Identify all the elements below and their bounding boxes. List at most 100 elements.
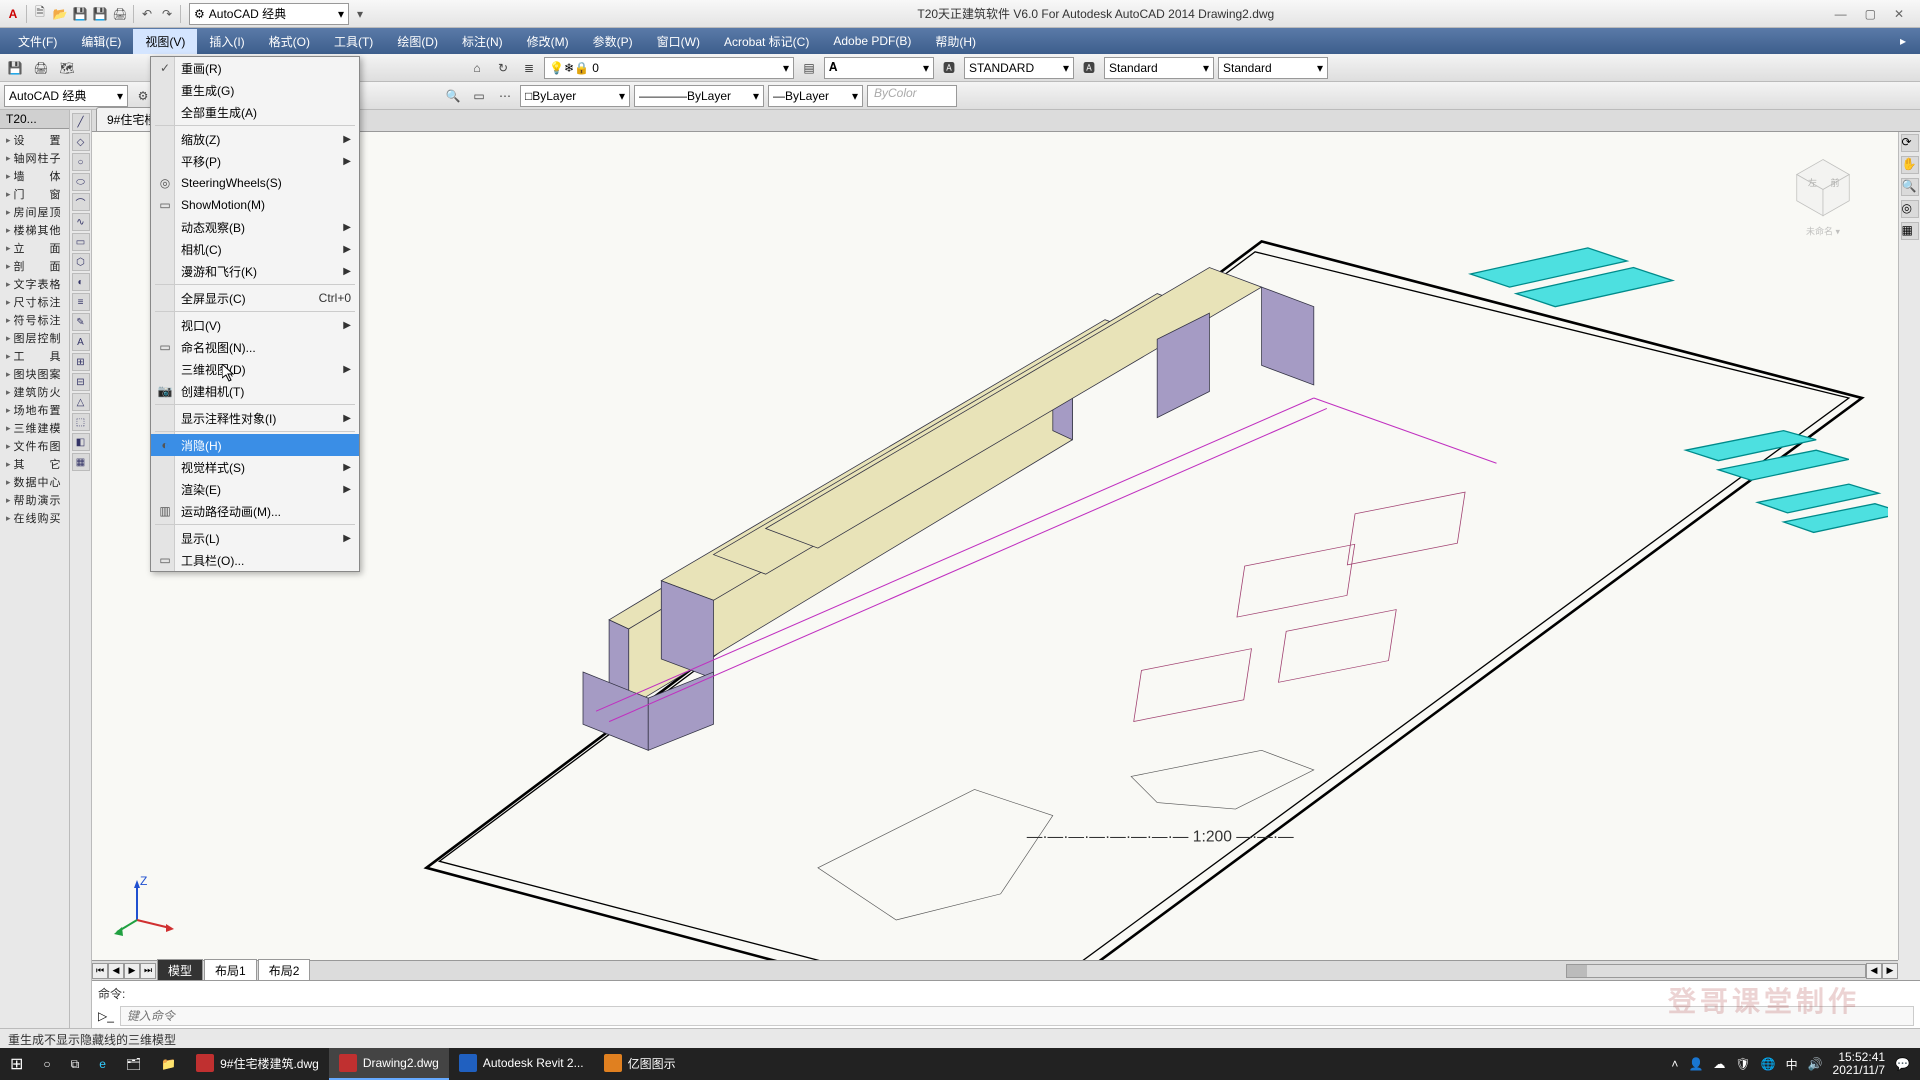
menu-修改[interactable]: 修改(M) — [515, 29, 581, 54]
vtool-icon[interactable]: ╱ — [72, 113, 90, 131]
panel-tab[interactable]: T20... — [0, 110, 69, 129]
tray-vol-icon[interactable]: 🔊 — [1808, 1057, 1823, 1071]
hscroll-thumb[interactable] — [1567, 965, 1587, 977]
vtool-icon[interactable]: △ — [72, 393, 90, 411]
menu-绘图[interactable]: 绘图(D) — [385, 29, 450, 54]
notifications-icon[interactable]: 💬 — [1895, 1057, 1910, 1071]
bycolor-input[interactable]: ByColor — [867, 85, 957, 107]
cortana-icon[interactable]: ○ — [33, 1048, 60, 1080]
tool-home-icon[interactable]: ⌂ — [466, 57, 488, 79]
menu-item[interactable]: ▭命名视图(N)... — [151, 336, 359, 358]
menu-item[interactable]: 全部重生成(A) — [151, 101, 359, 123]
tool-a2-icon[interactable]: 🅰 — [1078, 57, 1100, 79]
panel-item[interactable]: 设 置 — [0, 131, 69, 149]
tab-nav-prev-icon[interactable]: ◀ — [108, 963, 124, 979]
hscroll-right-icon[interactable]: ▶ — [1882, 963, 1898, 979]
tool-a1-icon[interactable]: 🅰 — [938, 57, 960, 79]
textstyle-combo[interactable]: STANDARD▾ — [964, 57, 1074, 79]
menu-item[interactable]: 显示注释性对象(I)▶ — [151, 407, 359, 429]
panel-item[interactable]: 符号标注 — [0, 311, 69, 329]
start-button[interactable]: ⊞ — [0, 1048, 33, 1080]
tool-rect-icon[interactable]: ▭ — [468, 85, 490, 107]
menu-item[interactable]: 视觉样式(S)▶ — [151, 456, 359, 478]
print-icon[interactable]: 🖨 — [111, 5, 129, 23]
taskbar-app[interactable]: Autodesk Revit 2... — [449, 1048, 594, 1080]
nav-icon[interactable]: ⟳ — [1901, 134, 1919, 152]
menu-item[interactable]: ▭ShowMotion(M) — [151, 194, 359, 216]
drawing-viewport[interactable]: —·—·—·—·—·—·—·— 1:200 —·—·— 左 前 未命名 ▾ Z — [92, 132, 1898, 960]
taskview-icon[interactable]: ⧉ — [61, 1048, 90, 1080]
folder-icon[interactable]: 📁 — [151, 1048, 186, 1080]
vtool-icon[interactable]: ◐ — [72, 273, 90, 291]
panel-item[interactable]: 房间屋顶 — [0, 203, 69, 221]
saveas-icon[interactable]: 💾 — [91, 5, 109, 23]
save-icon[interactable]: 💾 — [71, 5, 89, 23]
panel-item[interactable]: 数据中心 — [0, 473, 69, 491]
menu-视图[interactable]: 视图(V) — [133, 29, 197, 54]
menu-Acrobat 标记[interactable]: Acrobat 标记(C) — [712, 29, 821, 54]
new-icon[interactable]: 🗎 — [31, 5, 49, 23]
workspace-combo-2[interactable]: AutoCAD 经典▾ — [4, 85, 128, 107]
vtool-icon[interactable]: ⬚ — [72, 413, 90, 431]
color-combo[interactable]: □ByLayer▾ — [520, 85, 630, 107]
panel-item[interactable]: 尺寸标注 — [0, 293, 69, 311]
vtool-icon[interactable]: ▭ — [72, 233, 90, 251]
menu-item[interactable]: 显示(L)▶ — [151, 527, 359, 549]
panel-item[interactable]: 帮助演示 — [0, 491, 69, 509]
panel-item[interactable]: 墙 体 — [0, 167, 69, 185]
menu-格式[interactable]: 格式(O) — [257, 29, 322, 54]
layout-tab[interactable]: 模型 — [157, 959, 203, 982]
linetype-combo[interactable]: ———— ByLayer▾ — [634, 85, 764, 107]
vtool-icon[interactable]: ⌒ — [72, 193, 90, 211]
minimize-icon[interactable]: — — [1835, 7, 1847, 21]
tool-state-icon[interactable]: ▤ — [798, 57, 820, 79]
menu-item[interactable]: 📷创建相机(T) — [151, 380, 359, 402]
menu-编辑[interactable]: 编辑(E) — [69, 29, 133, 54]
edge-icon[interactable]: e — [89, 1048, 116, 1080]
annoscale-combo[interactable]: 𝐀▾ — [824, 57, 934, 79]
vtool-icon[interactable]: ⊞ — [72, 353, 90, 371]
panel-item[interactable]: 其 它 — [0, 455, 69, 473]
panel-item[interactable]: 图层控制 — [0, 329, 69, 347]
vtool-icon[interactable]: ⬭ — [72, 173, 90, 191]
menu-item[interactable]: ✓重画(R) — [151, 57, 359, 79]
redo-icon[interactable]: ↷ — [158, 5, 176, 23]
hscroll-left-icon[interactable]: ◀ — [1866, 963, 1882, 979]
menubar-overflow-icon[interactable]: ▸ — [1892, 34, 1914, 48]
panel-item[interactable]: 建筑防火 — [0, 383, 69, 401]
vtool-icon[interactable]: ≡ — [72, 293, 90, 311]
tab-nav-first-icon[interactable]: ⏮ — [92, 963, 108, 979]
undo-icon[interactable]: ↶ — [138, 5, 156, 23]
panel-item[interactable]: 剖 面 — [0, 257, 69, 275]
tablestyle-combo[interactable]: Standard▾ — [1218, 57, 1328, 79]
command-input[interactable] — [120, 1006, 1914, 1026]
tray-ime-icon[interactable]: 中 — [1786, 1056, 1798, 1073]
dimstyle-combo[interactable]: Standard▾ — [1104, 57, 1214, 79]
menu-item[interactable]: 动态观察(B)▶ — [151, 216, 359, 238]
tool-plot-icon[interactable]: 🗺 — [56, 57, 78, 79]
viewcube[interactable]: 左 前 未命名 ▾ — [1778, 152, 1868, 242]
vtool-icon[interactable]: A — [72, 333, 90, 351]
tool-sync-icon[interactable]: ↻ — [492, 57, 514, 79]
menu-item[interactable]: 缩放(Z)▶ — [151, 128, 359, 150]
tool-more-icon[interactable]: ⋯ — [494, 85, 516, 107]
menu-item[interactable]: ▥运动路径动画(M)... — [151, 500, 359, 522]
tray-onedrive-icon[interactable]: ☁ — [1713, 1057, 1725, 1071]
nav-icon[interactable]: ✋ — [1901, 156, 1919, 174]
nav-icon[interactable]: 🔍 — [1901, 178, 1919, 196]
vtool-icon[interactable]: ◧ — [72, 433, 90, 451]
menu-item[interactable]: ◎SteeringWheels(S) — [151, 172, 359, 194]
vtool-icon[interactable]: ○ — [72, 153, 90, 171]
menu-item[interactable]: 漫游和飞行(K)▶ — [151, 260, 359, 282]
nav-icon[interactable]: ▦ — [1901, 222, 1919, 240]
panel-item[interactable]: 轴网柱子 — [0, 149, 69, 167]
menu-item[interactable]: 平移(P)▶ — [151, 150, 359, 172]
app-icon[interactable]: A — [4, 5, 22, 23]
tray-people-icon[interactable]: 👤 — [1688, 1057, 1703, 1071]
workspace-selector[interactable]: ⚙ AutoCAD 经典 ▾ — [189, 3, 349, 25]
tab-nav-next-icon[interactable]: ▶ — [124, 963, 140, 979]
menu-item[interactable]: 三维视图(D)▶ — [151, 358, 359, 380]
panel-item[interactable]: 在线购买 — [0, 509, 69, 527]
menu-item[interactable]: 全屏显示(C)Ctrl+0 — [151, 287, 359, 309]
menu-item[interactable]: 渲染(E)▶ — [151, 478, 359, 500]
